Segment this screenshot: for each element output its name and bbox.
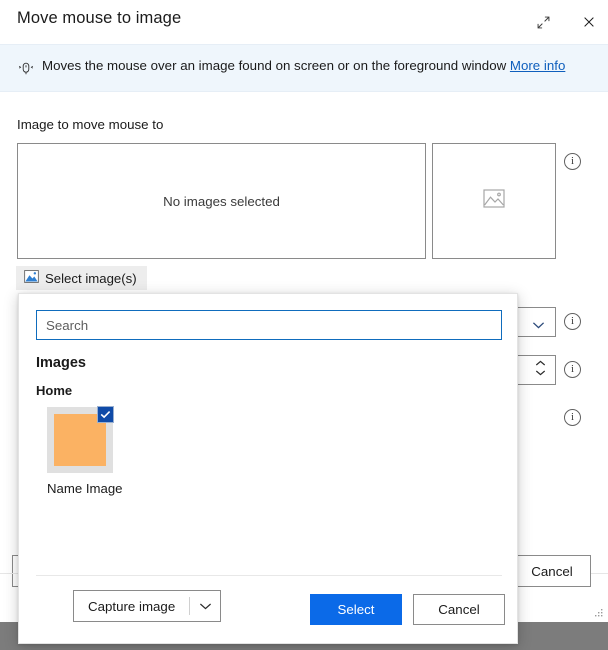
flyout-cancel-button[interactable]: Cancel	[413, 594, 505, 625]
expand-diagonal-icon[interactable]	[528, 8, 558, 36]
chevron-down-icon	[532, 317, 545, 335]
chevron-down-icon[interactable]	[190, 591, 220, 621]
image-field-label: Image to move mouse to	[17, 117, 164, 132]
info-icon[interactable]: i	[564, 361, 581, 378]
info-icon[interactable]: i	[564, 153, 581, 170]
image-thumbnail[interactable]	[47, 406, 114, 473]
info-icon[interactable]: i	[564, 313, 581, 330]
image-picker-flyout: Images Home Name Image Capture image	[18, 293, 518, 644]
spinner-up-down-icon	[535, 360, 546, 376]
dialog-title: Move mouse to image	[17, 9, 182, 27]
search-input[interactable]	[36, 310, 502, 340]
select-images-button-label: Select image(s)	[45, 270, 137, 286]
empty-state-text: No images selected	[163, 193, 280, 209]
selection-checkbox[interactable]	[97, 406, 114, 423]
dialog-titlebar: Move mouse to image	[0, 0, 608, 44]
info-icon[interactable]: i	[564, 409, 581, 426]
flyout-select-button[interactable]: Select	[310, 594, 402, 625]
info-banner-text: Moves the mouse over an image found on s…	[42, 58, 565, 73]
select-images-button[interactable]: Select image(s)	[16, 266, 147, 290]
picture-placeholder-icon	[483, 189, 505, 213]
dialog-cancel-button[interactable]: Cancel	[513, 555, 591, 587]
capture-image-split-button[interactable]: Capture image	[73, 590, 222, 622]
more-info-link[interactable]: More info	[510, 58, 565, 73]
capture-image-label: Capture image	[88, 598, 176, 614]
image-preview-box[interactable]	[432, 143, 556, 259]
app-root: Move mouse to image Moves the mouse over…	[0, 0, 608, 650]
picture-icon	[24, 270, 39, 286]
checkmark-icon	[100, 406, 111, 424]
image-list-item[interactable]: Name Image	[47, 406, 123, 496]
images-section-title: Images	[36, 355, 86, 371]
mouse-pointer-icon	[17, 60, 35, 78]
info-banner-message: Moves the mouse over an image found on s…	[42, 58, 507, 73]
image-item-label: Name Image	[47, 481, 123, 496]
images-group-label: Home	[36, 383, 73, 398]
resize-grip-icon[interactable]	[592, 606, 604, 618]
info-banner: Moves the mouse over an image found on s…	[0, 44, 608, 92]
flyout-divider	[36, 575, 502, 576]
close-icon[interactable]	[574, 8, 604, 36]
selected-images-box[interactable]: No images selected	[17, 143, 426, 259]
